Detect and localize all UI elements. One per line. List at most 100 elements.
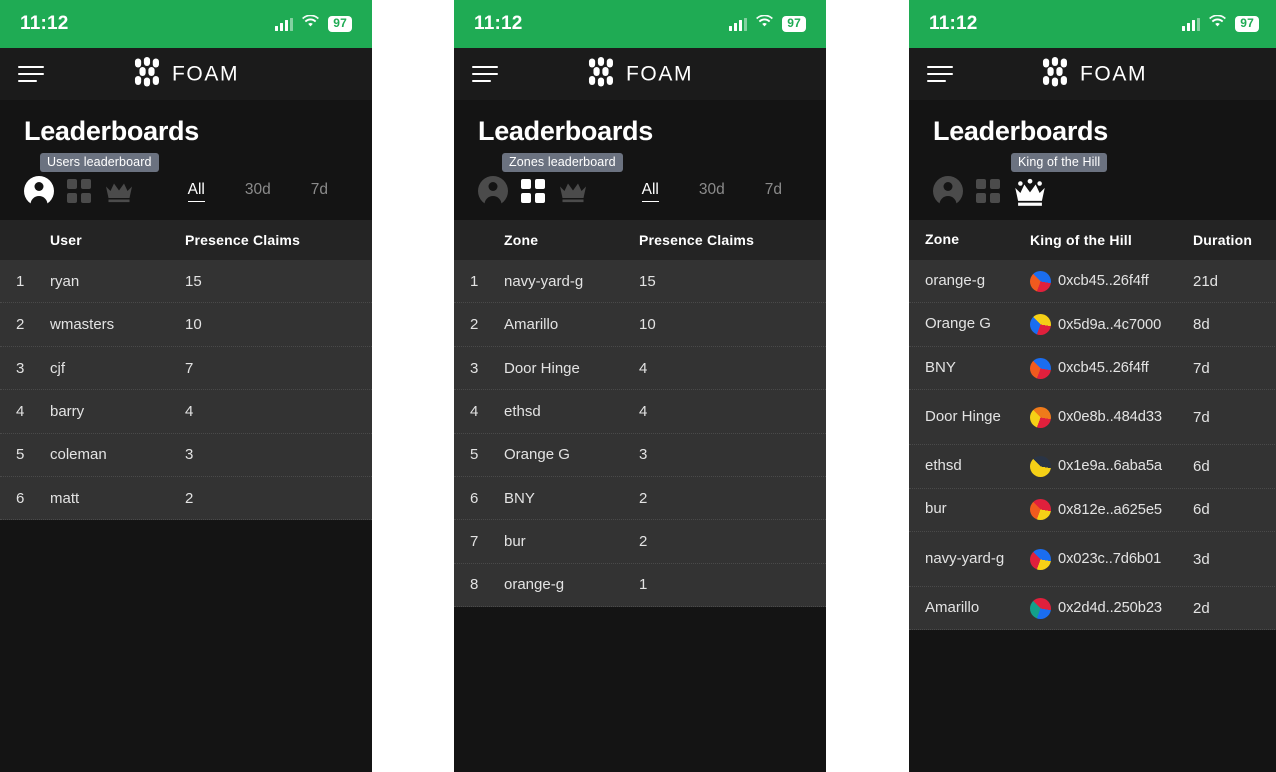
cell-rank: 7	[470, 533, 479, 551]
cell-zone: Orange G	[925, 315, 991, 333]
cell-duration: 2d	[1193, 599, 1210, 617]
king-of-the-hill-icon[interactable]	[1013, 178, 1045, 206]
king-of-the-hill-table: Zone King of the Hill Duration orange-g …	[909, 220, 1276, 772]
zones-leaderboard-icon[interactable]	[976, 179, 1000, 204]
cell-king: 0x023c..7d6b01	[1030, 548, 1193, 570]
cell-zone: orange-g	[925, 271, 986, 289]
page-title: Leaderboards	[478, 116, 653, 146]
table-row[interactable]: 3 cjf 7	[0, 347, 372, 391]
brand[interactable]: FOAM	[1041, 57, 1147, 92]
table-row[interactable]: navy-yard-g 0x023c..7d6b01 3d	[909, 532, 1276, 587]
cell-duration: 7d	[1193, 359, 1210, 377]
column-header-presence-claims: Presence Claims	[185, 232, 301, 249]
table-row[interactable]: Orange G 0x5d9a..4c7000 8d	[909, 303, 1276, 347]
table-header-row: Zone Presence Claims	[454, 220, 826, 261]
cell-zone: navy-yard-g	[504, 272, 584, 290]
table-row[interactable]: Amarillo 0x2d4d..250b23 2d	[909, 587, 1276, 631]
cell-address: 0x5d9a..4c7000	[1058, 316, 1162, 333]
tab-all[interactable]: All	[641, 181, 659, 202]
table-row[interactable]: 3 Door Hinge 4	[454, 347, 826, 391]
cell-duration: 8d	[1193, 316, 1210, 334]
cell-user: ryan	[50, 272, 80, 290]
table-row[interactable]: ethsd 0x1e9a..6aba5a 6d	[909, 445, 1276, 489]
tab-7d[interactable]: 7d	[311, 181, 328, 201]
foam-logo-icon	[587, 57, 615, 92]
table-header-row: Zone King of the Hill Duration	[909, 220, 1276, 261]
brand[interactable]: FOAM	[587, 57, 693, 92]
cell-address: 0x2d4d..250b23	[1058, 600, 1162, 617]
cell-king: 0x2d4d..250b23	[1030, 597, 1193, 619]
table-row[interactable]: 4 barry 4	[0, 390, 372, 434]
table-row[interactable]: 1 ryan 15	[0, 260, 372, 304]
status-time: 11:12	[20, 13, 69, 34]
table-row[interactable]: 2 wmasters 10	[0, 303, 372, 347]
table-row[interactable]: bur 0x812e..a625e5 6d	[909, 489, 1276, 532]
identicon-avatar	[1030, 406, 1051, 428]
table-row[interactable]: 5 coleman 3	[0, 434, 372, 477]
king-of-the-hill-icon[interactable]	[104, 178, 134, 204]
hamburger-menu-icon[interactable]	[18, 66, 44, 82]
brand[interactable]: FOAM	[133, 57, 239, 92]
tab-7d[interactable]: 7d	[765, 181, 782, 201]
column-header-zone: Zone	[925, 231, 960, 248]
users-leaderboard-table: User Presence Claims 1 ryan 15 2 wmaster…	[0, 220, 372, 772]
leaderboard-type-switcher	[24, 176, 134, 207]
cell-claims: 3	[639, 446, 648, 464]
table-row[interactable]: 1 navy-yard-g 15	[454, 260, 826, 304]
user-leaderboard-icon[interactable]	[933, 176, 963, 207]
tab-30d[interactable]: 30d	[699, 181, 725, 201]
wifi-icon	[756, 14, 774, 33]
hamburger-menu-icon[interactable]	[472, 66, 498, 82]
cell-zone: Door Hinge	[504, 359, 580, 377]
status-bar: 11:12 97	[454, 0, 826, 48]
cell-rank: 8	[470, 576, 479, 594]
table-row[interactable]: 6 matt 2	[0, 477, 372, 521]
zones-leaderboard-icon[interactable]	[521, 179, 545, 204]
signal-bars-icon	[1182, 17, 1201, 31]
hamburger-menu-icon[interactable]	[927, 66, 953, 82]
table-row[interactable]: 6 BNY 2	[454, 477, 826, 521]
cell-king: 0x1e9a..6aba5a	[1030, 455, 1193, 477]
tab-30d[interactable]: 30d	[245, 181, 271, 201]
table-row[interactable]: 8 orange-g 1	[454, 564, 826, 608]
cell-king: 0xcb45..26f4ff	[1030, 270, 1193, 292]
cell-king: 0x0e8b..484d33	[1030, 406, 1193, 428]
cell-claims: 2	[185, 489, 194, 507]
table-row[interactable]: 4 ethsd 4	[454, 390, 826, 434]
cell-rank: 5	[470, 446, 479, 464]
user-leaderboard-icon[interactable]	[478, 176, 508, 207]
foam-logo-icon	[133, 57, 161, 92]
cell-rank: 3	[16, 359, 25, 377]
cell-address: 0x023c..7d6b01	[1058, 551, 1162, 567]
cell-zone: Orange G	[504, 446, 570, 464]
table-empty-space	[454, 607, 826, 772]
status-indicators: 97	[1182, 14, 1259, 33]
cell-duration: 7d	[1193, 408, 1210, 426]
column-header-duration: Duration	[1193, 232, 1253, 249]
table-row[interactable]: orange-g 0xcb45..26f4ff 21d	[909, 260, 1276, 304]
table-row[interactable]: 7 bur 2	[454, 520, 826, 564]
column-header-presence-claims: Presence Claims	[639, 232, 755, 249]
table-row[interactable]: BNY 0xcb45..26f4ff 7d	[909, 347, 1276, 391]
cell-claims: 10	[639, 316, 656, 334]
cell-zone: ethsd	[925, 457, 962, 475]
status-time: 11:12	[929, 13, 978, 34]
status-indicators: 97	[275, 14, 352, 33]
cell-claims: 15	[639, 272, 656, 290]
battery-indicator: 97	[1235, 16, 1259, 32]
cell-rank: 6	[470, 489, 479, 507]
table-row[interactable]: 5 Orange G 3	[454, 434, 826, 477]
table-header-row: User Presence Claims	[0, 220, 372, 261]
status-indicators: 97	[729, 14, 806, 33]
user-leaderboard-icon[interactable]	[24, 176, 54, 207]
badge-container: King of the Hill	[933, 153, 1255, 173]
table-row[interactable]: Door Hinge 0x0e8b..484d33 7d	[909, 390, 1276, 446]
time-filter-tabs: All 30d 7d	[641, 181, 802, 202]
cell-user: cjf	[50, 359, 65, 377]
cell-claims: 15	[185, 272, 202, 290]
zones-leaderboard-icon[interactable]	[67, 179, 91, 204]
king-of-the-hill-icon[interactable]	[558, 178, 588, 204]
tab-all[interactable]: All	[187, 181, 205, 202]
table-row[interactable]: 2 Amarillo 10	[454, 303, 826, 347]
table-empty-space	[0, 520, 372, 772]
